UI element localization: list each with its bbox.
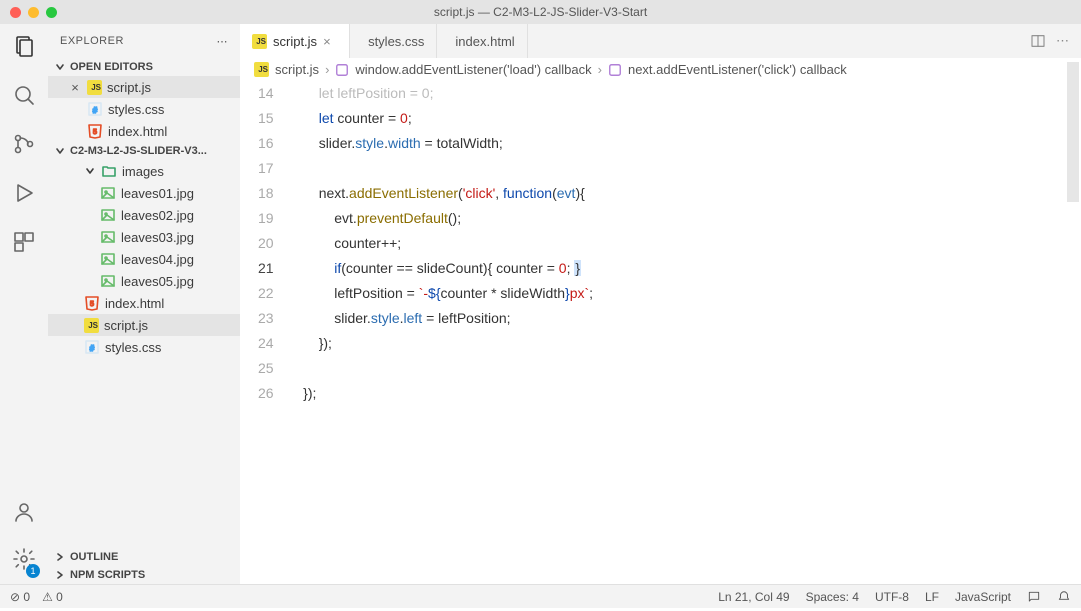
file-label: leaves03.jpg <box>121 230 194 245</box>
tree-item[interactable]: leaves03.jpg <box>48 226 240 248</box>
tree-item[interactable]: leaves01.jpg <box>48 182 240 204</box>
code-content[interactable]: let leftPosition = 0; let counter = 0; s… <box>288 81 1081 584</box>
tree-item[interactable]: # styles.css <box>48 336 240 358</box>
svg-text:#: # <box>90 344 95 353</box>
js-file-icon: JS <box>87 80 102 95</box>
npm-scripts-section[interactable]: NPM SCRIPTS <box>48 566 240 584</box>
file-label: index.html <box>108 124 167 139</box>
js-file-icon: JS <box>84 318 99 333</box>
html-file-icon: 5 <box>87 123 103 139</box>
main-area: 1 EXPLORER ⋯ OPEN EDITORS × JS script.js … <box>0 24 1081 584</box>
svg-text:5: 5 <box>93 129 97 136</box>
svg-text:#: # <box>93 106 98 115</box>
tree-item[interactable]: leaves04.jpg <box>48 248 240 270</box>
editor-tab[interactable]: JS script.js × <box>240 24 350 58</box>
js-file-icon: JS <box>254 62 269 77</box>
outline-section[interactable]: OUTLINE <box>48 548 240 566</box>
css-file-icon: # <box>87 101 103 117</box>
cursor-position[interactable]: Ln 21, Col 49 <box>718 590 789 604</box>
close-icon[interactable]: × <box>68 80 82 94</box>
window-title: script.js — C2-M3-L2-JS-Slider-V3-Start <box>0 5 1081 19</box>
folder-icon <box>101 163 117 179</box>
search-icon[interactable] <box>12 83 36 110</box>
sidebar: EXPLORER ⋯ OPEN EDITORS × JS script.js # s… <box>48 24 240 584</box>
notifications-icon[interactable] <box>1057 590 1071 604</box>
file-label: leaves05.jpg <box>121 274 194 289</box>
open-editor-item[interactable]: × JS script.js <box>48 76 240 98</box>
more-actions-icon[interactable]: ⋯ <box>1056 33 1069 49</box>
status-bar: ⊘ 0 ⚠ 0 Ln 21, Col 49 Spaces: 4 UTF-8 LF… <box>0 584 1081 608</box>
chevron-right-icon: › <box>598 62 602 77</box>
open-editor-item[interactable]: 5 index.html <box>48 120 240 142</box>
run-debug-icon[interactable] <box>12 181 36 208</box>
title-bar: script.js — C2-M3-L2-JS-Slider-V3-Start <box>0 0 1081 24</box>
chevron-right-icon <box>54 551 66 563</box>
chevron-down-icon <box>54 145 66 157</box>
image-file-icon <box>100 207 116 223</box>
file-label: leaves04.jpg <box>121 252 194 267</box>
feedback-icon[interactable] <box>1027 590 1041 604</box>
open-editors-section[interactable]: OPEN EDITORS <box>48 58 240 76</box>
css-file-icon: # <box>84 339 100 355</box>
tree-item[interactable]: leaves05.jpg <box>48 270 240 292</box>
minimap-scrollbar[interactable] <box>1067 62 1079 202</box>
chevron-right-icon: › <box>325 62 329 77</box>
image-file-icon <box>100 185 116 201</box>
file-label: styles.css <box>105 340 161 355</box>
extensions-icon[interactable] <box>12 230 36 257</box>
editor-tab[interactable]: 5index.html <box>437 24 527 58</box>
line-numbers: 14151617181920212223242526 <box>240 81 288 584</box>
image-file-icon <box>100 251 116 267</box>
html-file-icon: 5 <box>84 295 100 311</box>
tree-item[interactable]: images <box>48 160 240 182</box>
editor-tab[interactable]: #styles.css <box>350 24 437 58</box>
chevron-down-icon <box>84 165 96 177</box>
tab-label: script.js <box>273 34 317 49</box>
editor-area: JSscript.js × #styles.css 5index.html ⋯ … <box>240 24 1081 584</box>
source-control-icon[interactable] <box>12 132 36 159</box>
method-icon <box>608 63 622 77</box>
encoding[interactable]: UTF-8 <box>875 590 909 604</box>
file-label: script.js <box>107 80 151 95</box>
close-icon[interactable]: × <box>323 34 337 49</box>
warnings-count[interactable]: ⚠ 0 <box>42 590 63 604</box>
tab-label: index.html <box>455 34 514 49</box>
settings-badge: 1 <box>26 564 40 578</box>
settings-icon[interactable]: 1 <box>12 547 36 574</box>
image-file-icon <box>100 273 116 289</box>
tab-label: styles.css <box>368 34 424 49</box>
chevron-right-icon <box>54 569 66 581</box>
file-label: leaves02.jpg <box>121 208 194 223</box>
file-label: script.js <box>104 318 148 333</box>
tree-item[interactable]: JS script.js <box>48 314 240 336</box>
explorer-label: EXPLORER <box>60 35 124 47</box>
editor-tabs: JS script.js × #styles.css 5index.html ⋯ <box>240 24 1081 58</box>
sidebar-header: EXPLORER ⋯ <box>48 24 240 58</box>
image-file-icon <box>100 229 116 245</box>
file-tree: OPEN EDITORS × JS script.js # styles.css 5… <box>48 58 240 548</box>
file-label: styles.css <box>108 102 164 117</box>
indent-setting[interactable]: Spaces: 4 <box>806 590 859 604</box>
file-label: index.html <box>105 296 164 311</box>
method-icon <box>335 63 349 77</box>
tree-item[interactable]: leaves02.jpg <box>48 204 240 226</box>
open-editor-item[interactable]: # styles.css <box>48 98 240 120</box>
file-label: images <box>122 164 164 179</box>
breadcrumb[interactable]: JS script.js › window.addEventListener('… <box>240 58 1081 81</box>
chevron-down-icon <box>54 61 66 73</box>
svg-text:5: 5 <box>90 301 94 308</box>
file-label: leaves01.jpg <box>121 186 194 201</box>
account-icon[interactable] <box>12 500 36 527</box>
more-icon[interactable]: ⋯ <box>217 35 229 48</box>
tree-item[interactable]: 5 index.html <box>48 292 240 314</box>
code-editor[interactable]: 14151617181920212223242526 let leftPosit… <box>240 81 1081 584</box>
eol[interactable]: LF <box>925 590 939 604</box>
project-section[interactable]: C2-M3-L2-JS-SLIDER-V3... <box>48 142 240 160</box>
explorer-icon[interactable] <box>12 34 36 61</box>
activity-bar: 1 <box>0 24 48 584</box>
js-file-icon: JS <box>252 34 267 49</box>
split-editor-icon[interactable] <box>1030 33 1046 49</box>
language-mode[interactable]: JavaScript <box>955 590 1011 604</box>
errors-count[interactable]: ⊘ 0 <box>10 590 30 604</box>
